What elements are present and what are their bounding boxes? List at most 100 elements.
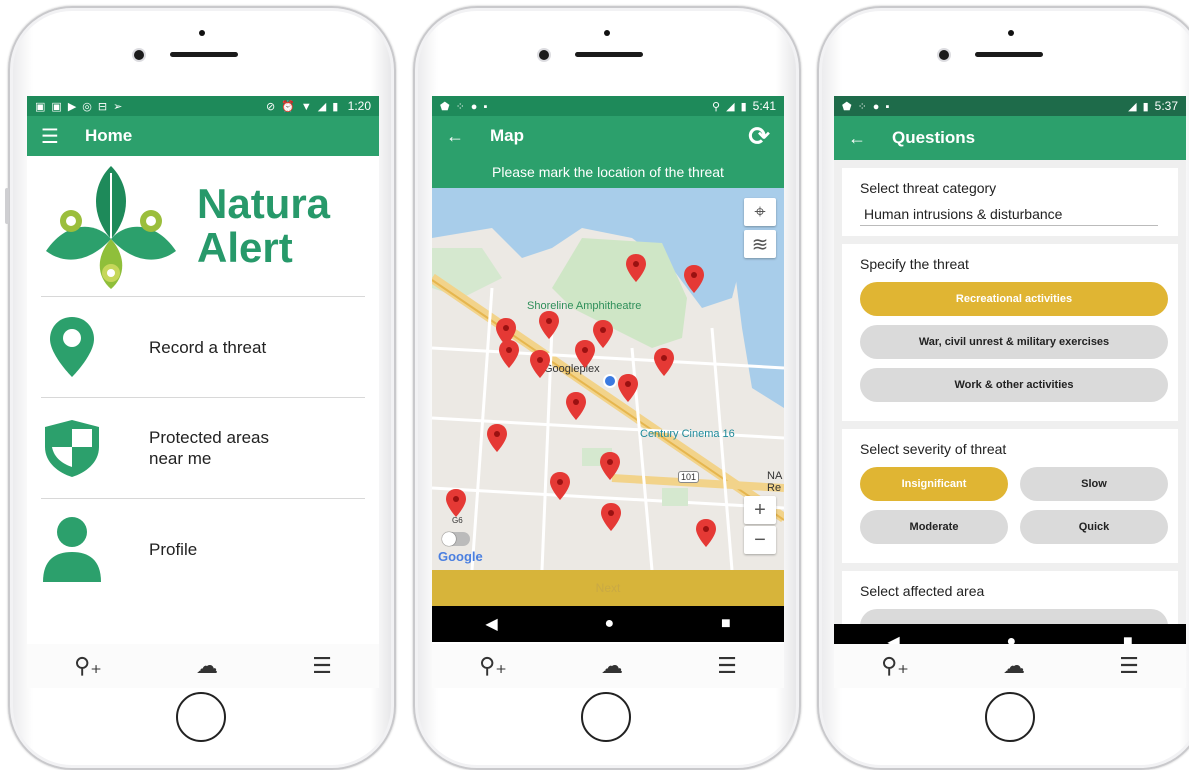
threat-category-field[interactable]: Human intrusions & disturbance	[860, 206, 1158, 226]
threat-option-recreational[interactable]: Recreational activities	[860, 282, 1168, 316]
threat-pin-marker[interactable]	[446, 489, 466, 517]
instruction-banner: Please mark the location of the threat	[432, 156, 784, 188]
system-icons: ⊘ ⏰ ▼ ◢ ▮ 1:20	[265, 99, 371, 113]
threat-pin-marker[interactable]	[684, 265, 704, 293]
leaf-logo-icon	[46, 166, 176, 289]
threat-pin-marker[interactable]	[530, 350, 550, 378]
menu-item-label: Record a threat	[149, 337, 267, 357]
threat-pin-marker[interactable]	[618, 374, 638, 402]
affected-area-card: Select affected area	[842, 571, 1178, 624]
threat-pin-marker[interactable]	[593, 320, 613, 348]
questions-form: Select threat category Human intrusions …	[834, 160, 1186, 624]
home-screen: ▣ ▣ ▶ ◎ ⊟ ➢ ⊘ ⏰ ▼ ◢ ▮ 1:20 ☰ Home Natura…	[27, 96, 379, 688]
refresh-icon[interactable]: ⟳	[748, 121, 770, 152]
system-icons: ⚲ ◢ ▮ 5:41	[712, 99, 776, 113]
threat-pin-marker[interactable]	[487, 424, 507, 452]
threat-pin-marker[interactable]	[696, 519, 716, 547]
severity-option-insignificant[interactable]: Insignificant	[860, 467, 1008, 501]
front-camera	[539, 50, 549, 60]
list-menu-icon[interactable]: ☰	[1119, 653, 1139, 679]
page-title: Map	[490, 126, 524, 145]
location-pin-icon	[50, 317, 94, 377]
layers-icon[interactable]: ≋	[744, 230, 776, 258]
cloud-upload-icon[interactable]: ☁	[601, 653, 623, 679]
logo-line2: Alert	[197, 224, 293, 271]
threat-map[interactable]: Shoreline Amphitheatre Googleplex Centur…	[432, 188, 784, 570]
front-camera	[134, 50, 144, 60]
person-icon	[43, 517, 101, 582]
current-location-dot	[603, 374, 617, 388]
severity-option-moderate[interactable]: Moderate	[860, 510, 1008, 544]
threat-pin-marker[interactable]	[626, 254, 646, 282]
google-logo: Google	[438, 549, 483, 564]
threat-pin-marker[interactable]	[499, 340, 519, 368]
menu-item-protected-areas[interactable]: Protected areas near me	[41, 397, 365, 498]
threat-pin-marker[interactable]	[539, 311, 559, 339]
system-icons: ◢ ▮ 5:37	[1128, 99, 1178, 113]
status-bar: ⬟ ⁘ ● ▪ ⚲ ◢ ▮ 5:41	[432, 96, 784, 116]
hamburger-menu-icon[interactable]: ☰	[41, 124, 59, 149]
zoom-out-button[interactable]: −	[744, 526, 776, 554]
card-heading: Specify the threat	[860, 256, 969, 272]
phone-questions: ⬟ ⁘ ● ▪ ◢ ▮ 5:37 ← Questions Select threat ca…	[817, 6, 1189, 770]
back-arrow-icon[interactable]: ←	[446, 126, 464, 147]
status-time: 5:41	[752, 99, 776, 113]
threat-pin-marker[interactable]	[566, 392, 586, 420]
area-option[interactable]	[860, 609, 1168, 624]
status-time: 5:37	[1154, 99, 1178, 113]
page-title: Home	[84, 126, 133, 145]
list-menu-icon[interactable]: ☰	[717, 653, 737, 679]
list-menu-icon[interactable]: ☰	[312, 653, 332, 679]
home-button[interactable]	[581, 692, 631, 742]
home-button[interactable]	[985, 692, 1035, 742]
threat-pin-marker[interactable]	[600, 452, 620, 480]
menu-item-label: Protected areas near me	[149, 428, 270, 468]
bottom-tab-bar: ⚲₊ ☁ ☰	[834, 644, 1186, 688]
next-button[interactable]: Next	[432, 570, 784, 606]
card-heading: Select affected area	[860, 583, 985, 599]
map-label-cinema: Century Cinema 16	[640, 428, 735, 440]
app-bar: ← Map ⟳	[432, 116, 784, 156]
app-bar: ← Questions	[834, 116, 1186, 160]
threat-pin-marker[interactable]	[575, 340, 595, 368]
route-101-badge: 101	[678, 471, 700, 483]
my-location-icon[interactable]: ⌖	[744, 198, 776, 226]
specify-threat-card: Specify the threat Recreational activiti…	[842, 244, 1178, 421]
app-bar: ☰ Home	[27, 116, 379, 156]
sensor-dot	[199, 30, 205, 36]
map-label-na: NA	[767, 470, 783, 482]
home-button[interactable]	[176, 692, 226, 742]
route-g6-badge: G6	[452, 516, 463, 525]
nav-recents-icon[interactable]: ■	[721, 615, 731, 633]
shield-icon	[45, 420, 99, 477]
add-location-icon[interactable]: ⚲₊	[479, 653, 507, 679]
cloud-upload-icon[interactable]: ☁	[1003, 653, 1025, 679]
natura-alert-logo: Natura Alert	[27, 156, 379, 296]
threat-option-war[interactable]: War, civil unrest & military exercises	[860, 325, 1168, 359]
back-arrow-icon[interactable]: ←	[848, 128, 866, 149]
menu-item-record-threat[interactable]: Record a threat	[41, 296, 365, 397]
add-location-icon[interactable]: ⚲₊	[881, 653, 909, 679]
zoom-in-button[interactable]: +	[744, 496, 776, 524]
cloud-upload-icon[interactable]: ☁	[196, 653, 218, 679]
logo-wordmark: Natura Alert	[197, 182, 330, 270]
map-toggle[interactable]	[442, 532, 470, 546]
threat-option-work[interactable]: Work & other activities	[860, 368, 1168, 402]
severity-option-slow[interactable]: Slow	[1020, 467, 1168, 501]
earpiece-speaker	[170, 52, 238, 57]
threat-pin-marker[interactable]	[550, 472, 570, 500]
nav-home-icon[interactable]: ●	[604, 615, 614, 633]
nav-back-icon[interactable]: ◀	[485, 614, 497, 634]
map-screen: ⬟ ⁘ ● ▪ ⚲ ◢ ▮ 5:41 ← Map ⟳ Please mark the loc…	[432, 96, 784, 688]
severity-option-quick[interactable]: Quick	[1020, 510, 1168, 544]
threat-pin-marker[interactable]	[654, 348, 674, 376]
menu-item-profile[interactable]: Profile	[41, 498, 365, 599]
sensor-dot	[1008, 30, 1014, 36]
status-bar: ⬟ ⁘ ● ▪ ◢ ▮ 5:37	[834, 96, 1186, 116]
earpiece-speaker	[975, 52, 1043, 57]
front-camera	[939, 50, 949, 60]
add-location-icon[interactable]: ⚲₊	[74, 653, 102, 679]
notification-icons: ⬟ ⁘ ● ▪	[440, 101, 488, 113]
threat-pin-marker[interactable]	[601, 503, 621, 531]
card-heading: Select threat category	[860, 180, 997, 196]
